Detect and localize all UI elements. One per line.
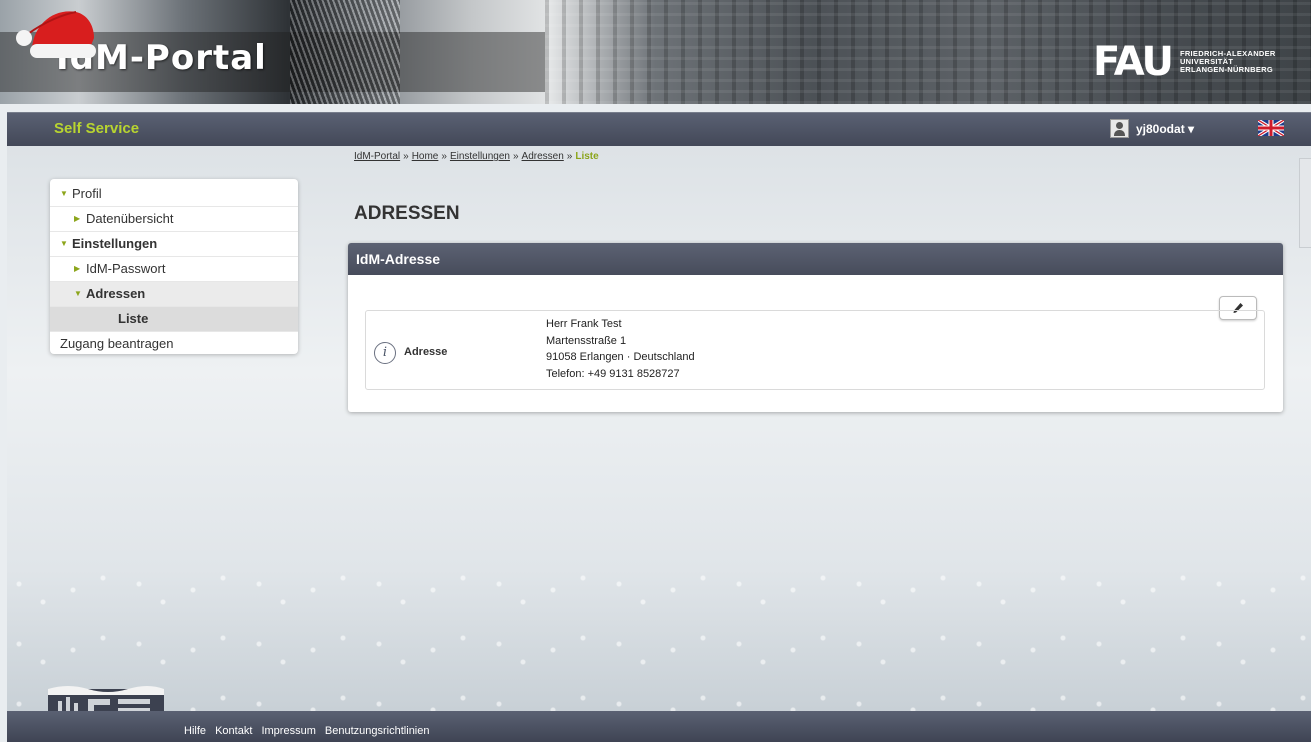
sidebar-item-idm-passwort[interactable]: ▶ IdM-Passwort [50, 257, 298, 282]
section-title[interactable]: Self Service [54, 120, 139, 137]
sidebar-item-liste[interactable]: Liste [50, 307, 298, 332]
sidebar-item-label: Liste [118, 311, 149, 326]
fau-logo-mark: FAU [1093, 39, 1174, 85]
address-line-city: 91058 Erlangen · Deutschland [546, 351, 695, 363]
address-box: i Adresse Herr Frank Test Martensstraße … [365, 310, 1265, 390]
breadcrumb-current: Liste [575, 151, 599, 162]
expanded-arrow-icon: ▼ [60, 189, 68, 198]
username: yj80odat ▾ [1136, 121, 1195, 136]
header-banner: IdM-Portal FAU FRIEDRICH-ALEXANDER UNIVE… [0, 0, 1311, 104]
flag-uk-icon[interactable] [1258, 120, 1284, 136]
user-menu[interactable]: yj80odat ▾ [1110, 119, 1194, 138]
sidebar-item-label: Profil [72, 186, 102, 201]
collapsed-arrow-icon: ▶ [74, 214, 81, 223]
snow-decoration [7, 560, 1311, 711]
breadcrumb-adressen[interactable]: Adressen [522, 151, 564, 162]
sidebar-item-profil[interactable]: ▼ Profil [50, 182, 298, 207]
breadcrumb-separator: » [441, 151, 447, 162]
breadcrumb-einstellungen[interactable]: Einstellungen [450, 151, 510, 162]
banner-stripes [290, 0, 400, 104]
collapsed-arrow-icon: ▶ [74, 264, 81, 273]
breadcrumb-separator: » [403, 151, 409, 162]
footer-link-hilfe[interactable]: Hilfe [184, 725, 206, 737]
panel-header: IdM-Adresse [348, 243, 1283, 275]
fau-logo-text: FRIEDRICH-ALEXANDER UNIVERSITÄT ERLANGEN… [1180, 50, 1276, 74]
sidebar-item-datenuebersicht[interactable]: ▶ Datenübersicht [50, 207, 298, 232]
footer-links: Hilfe Kontakt Impressum Benutzungsrichtl… [184, 725, 436, 737]
fau-line-3: ERLANGEN-NÜRNBERG [1179, 65, 1273, 74]
address-lines: Herr Frank Test Martensstraße 1 91058 Er… [546, 316, 695, 382]
address-line-street: Martensstraße 1 [546, 334, 627, 347]
footer-link-impressum[interactable]: Impressum [261, 725, 315, 737]
side-feedback-tab[interactable] [1299, 158, 1311, 248]
breadcrumb-separator: » [566, 151, 573, 162]
sidebar-item-label: Datenübersicht [86, 211, 174, 226]
sidebar-item-adressen[interactable]: ▼ Adressen [50, 282, 298, 307]
breadcrumb-home[interactable]: Home [412, 151, 439, 162]
address-label: Adresse [404, 346, 448, 358]
address-line-phone: Telefon: +49 9131 8528727 [546, 367, 680, 380]
sidebar-item-zugang-beantragen[interactable]: Zugang beantragen [50, 332, 298, 356]
expanded-arrow-icon: ▼ [74, 289, 82, 298]
user-avatar-icon [1110, 119, 1129, 138]
fau-logo[interactable]: FAU FRIEDRICH-ALEXANDER UNIVERSITÄT ERLA… [1093, 42, 1276, 82]
breadcrumb-idm-portal[interactable]: IdM-Portal [354, 151, 400, 162]
address-panel: IdM-Adresse i Adresse Herr Frank Test Ma… [348, 243, 1283, 412]
sidebar-item-label: Einstellungen [72, 236, 158, 251]
sidebar-item-label: IdM-Passwort [86, 261, 166, 276]
info-icon: i [374, 342, 396, 364]
footer-link-kontakt[interactable]: Kontakt [215, 725, 252, 737]
page-title: ADRESSEN [354, 203, 460, 224]
sidebar-item-label: Zugang beantragen [60, 336, 174, 351]
santa-hat-icon [16, 11, 96, 58]
breadcrumb: IdM-Portal» Home» Einstellungen» Adressen» L… [354, 151, 599, 162]
address-line-name: Herr Frank Test [546, 318, 622, 330]
footer: Hilfe Kontakt Impressum Benutzungsrichtl… [7, 711, 1311, 742]
breadcrumb-separator: » [512, 151, 519, 162]
expanded-arrow-icon: ▼ [60, 239, 68, 248]
sidebar-item-einstellungen[interactable]: ▼ Einstellungen [50, 232, 298, 257]
sidebar-item-label: Adressen [86, 286, 146, 301]
top-navbar: Self Service yj80odat ▾ [7, 112, 1311, 146]
footer-link-benutzungsrichtlinien[interactable]: Benutzungsrichtlinien [325, 725, 430, 737]
sidebar: ▼ Profil ▶ Datenübersicht ▼ Einstellungen ▶… [50, 179, 298, 354]
